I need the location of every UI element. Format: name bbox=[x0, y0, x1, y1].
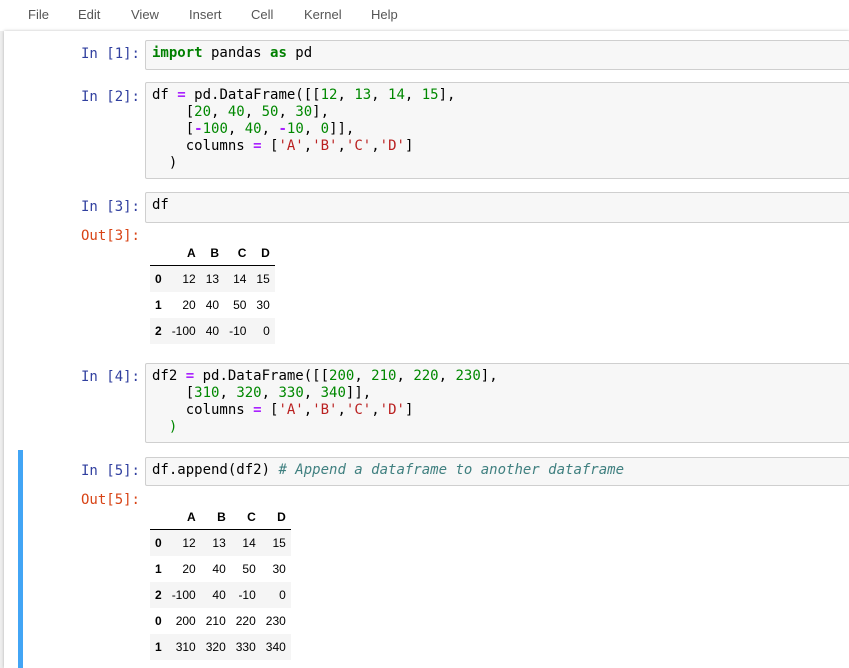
table-cell: 320 bbox=[205, 640, 226, 654]
table-cell: 0 bbox=[263, 324, 270, 338]
code-text-1[interactable]: import pandas as pd bbox=[146, 41, 849, 66]
in-prompt-3: In [3]: bbox=[80, 199, 140, 215]
menu-kernel[interactable]: Kernel bbox=[304, 7, 342, 22]
table-cell: 20 bbox=[182, 562, 196, 576]
table-cell: -100 bbox=[171, 324, 196, 338]
table-cell: 13 bbox=[205, 272, 220, 286]
dataframe-output-5: A B C D 0 12 13 14 15 1 20 40 50 30 2 -100 40 -10 0 0 200 210… bbox=[150, 504, 291, 660]
table-cell: 50 bbox=[233, 298, 247, 312]
row-index: 0 bbox=[155, 536, 162, 550]
menu-bar: File Edit View Insert Cell Kernel Help bbox=[0, 0, 849, 31]
table-cell: 310 bbox=[175, 640, 196, 654]
table-cell: 210 bbox=[205, 614, 226, 628]
table-cell: 15 bbox=[272, 536, 286, 550]
code-cell-5[interactable]: df.append(df2) # Append a dataframe to a… bbox=[145, 457, 849, 486]
menu-cell[interactable]: Cell bbox=[251, 7, 273, 22]
column-header: D bbox=[260, 504, 291, 530]
row-index: 2 bbox=[155, 324, 162, 338]
table-cell: 13 bbox=[212, 536, 226, 550]
table-row: 1 310 320 330 340 bbox=[150, 634, 291, 660]
column-header: A bbox=[166, 504, 201, 530]
column-header bbox=[150, 504, 167, 530]
table-cell: 40 bbox=[212, 588, 226, 602]
column-header: B bbox=[200, 504, 231, 530]
code-text-4[interactable]: df2 = pd.DataFrame([[200, 210, 220, 230]… bbox=[146, 364, 849, 440]
menu-insert[interactable]: Insert bbox=[189, 7, 222, 22]
out-prompt-5: Out[5]: bbox=[80, 492, 140, 508]
table-cell: 340 bbox=[265, 640, 286, 654]
code-text-2[interactable]: df = pd.DataFrame([[12, 13, 14, 15], [20… bbox=[146, 83, 849, 176]
table-row: 1 20 40 50 30 bbox=[150, 556, 291, 582]
row-index: 1 bbox=[155, 640, 162, 654]
code-cell-3[interactable]: df bbox=[145, 192, 849, 223]
table-cell: 14 bbox=[242, 536, 256, 550]
table-cell: 50 bbox=[242, 562, 256, 576]
column-header: B bbox=[200, 240, 225, 266]
menu-file[interactable]: File bbox=[28, 7, 49, 22]
menu-view[interactable]: View bbox=[131, 7, 159, 22]
table-cell: 200 bbox=[175, 614, 196, 628]
table-cell: 220 bbox=[235, 614, 256, 628]
code-cell-2[interactable]: df = pd.DataFrame([[12, 13, 14, 15], [20… bbox=[145, 82, 849, 179]
in-prompt-4: In [4]: bbox=[80, 369, 140, 385]
column-header: A bbox=[166, 240, 201, 266]
table-cell: 330 bbox=[235, 640, 256, 654]
in-prompt-1: In [1]: bbox=[80, 46, 140, 62]
menu-edit[interactable]: Edit bbox=[78, 7, 100, 22]
table-cell: 12 bbox=[182, 272, 196, 286]
table-cell: 20 bbox=[182, 298, 196, 312]
column-header: C bbox=[230, 504, 261, 530]
table-cell: 15 bbox=[256, 272, 270, 286]
column-header: C bbox=[224, 240, 252, 266]
table-row: 2 -100 40 -10 0 bbox=[150, 582, 291, 608]
table-row: 0 12 13 14 15 bbox=[150, 529, 291, 556]
table-header-row: ABCD bbox=[150, 240, 275, 266]
in-prompt-5: In [5]: bbox=[80, 463, 140, 479]
table-cell: 30 bbox=[272, 562, 286, 576]
out-prompt-3: Out[3]: bbox=[80, 228, 140, 244]
table-row: 0 12 13 14 15 bbox=[150, 265, 275, 292]
table-cell: 40 bbox=[205, 298, 220, 312]
in-prompt-2: In [2]: bbox=[80, 89, 140, 105]
table-cell: 40 bbox=[212, 562, 226, 576]
row-index: 0 bbox=[155, 272, 162, 286]
table-cell: 40 bbox=[205, 324, 220, 338]
row-index: 1 bbox=[155, 562, 162, 576]
row-index: 0 bbox=[155, 614, 162, 628]
column-header bbox=[150, 240, 167, 266]
table-cell: 14 bbox=[233, 272, 247, 286]
row-index: 2 bbox=[155, 588, 162, 602]
code-cell-4[interactable]: df2 = pd.DataFrame([[200, 210, 220, 230]… bbox=[145, 363, 849, 443]
code-text-3[interactable]: df bbox=[146, 193, 849, 218]
dataframe-output-3: A B C D 0 12 13 14 15 1 20 40 50 30 2 -100 40 -10 0 bbox=[150, 240, 275, 344]
table-cell: 0 bbox=[279, 588, 286, 602]
table-cell: -10 bbox=[238, 588, 256, 602]
row-index: 1 bbox=[155, 298, 162, 312]
table-row: 1 20 40 50 30 bbox=[150, 292, 275, 318]
code-cell-1[interactable]: import pandas as pd bbox=[145, 40, 849, 70]
table-row: 2 -100 40 -10 0 bbox=[150, 318, 275, 344]
column-header: D bbox=[251, 240, 275, 266]
table-cell: -100 bbox=[171, 588, 196, 602]
table-cell: 230 bbox=[265, 614, 286, 628]
code-text-5[interactable]: df.append(df2) # Append a dataframe to a… bbox=[146, 458, 849, 483]
table-row: 0 200 210 220 230 bbox=[150, 608, 291, 634]
menu-help[interactable]: Help bbox=[371, 7, 398, 22]
table-header-row: ABCD bbox=[150, 504, 291, 530]
table-cell: 12 bbox=[182, 536, 196, 550]
selected-cell-indicator bbox=[18, 450, 23, 668]
table-cell: 30 bbox=[256, 298, 270, 312]
table-cell: -10 bbox=[229, 324, 247, 338]
